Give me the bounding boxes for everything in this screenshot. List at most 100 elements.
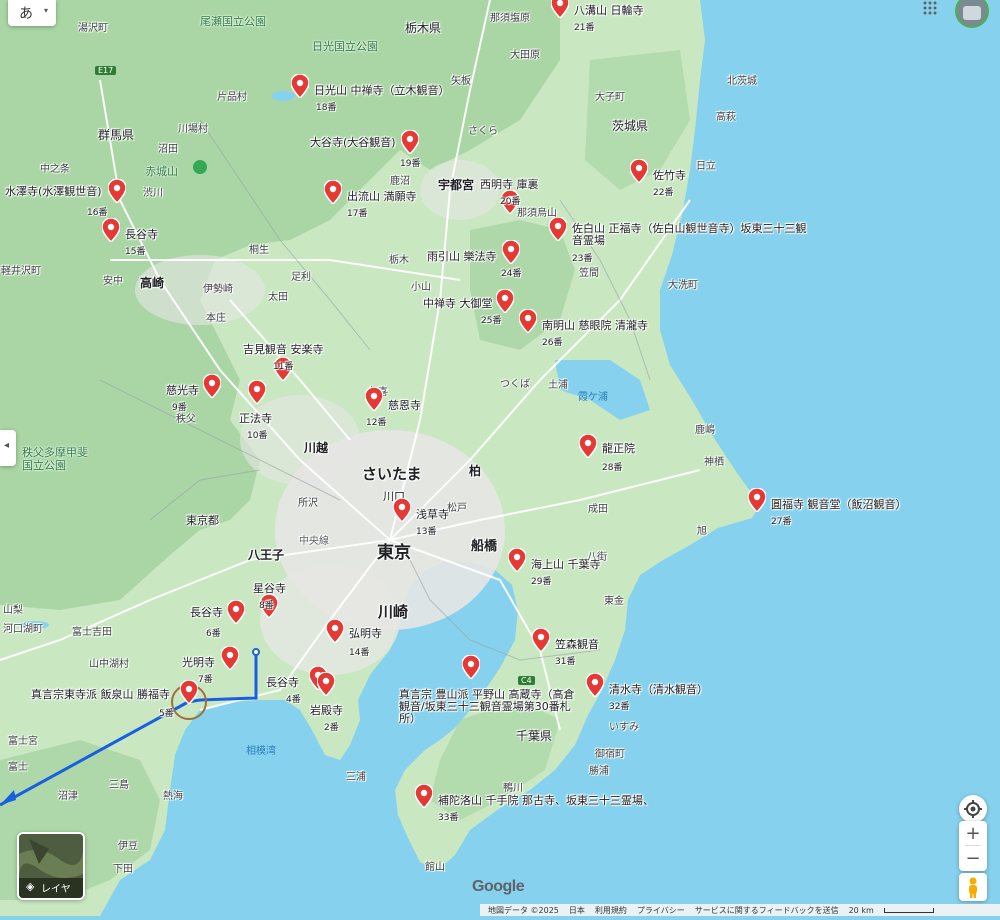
zoom-out-icon[interactable]: −: [959, 846, 987, 870]
map-canvas[interactable]: 尾瀬国立公園 日光国立公園 秩父多摩甲斐 国立公園 赤城山 栃木県 茨城県 群馬…: [0, 0, 1000, 916]
place-label: いすみ: [609, 722, 639, 733]
temple-marker[interactable]: [401, 130, 423, 158]
map-pin-icon: [227, 600, 245, 624]
temple-number: 5番: [159, 709, 174, 719]
temple-title[interactable]: 佐竹寺: [653, 167, 686, 183]
temple-title[interactable]: 笠森観音: [555, 636, 599, 652]
temple-title[interactable]: 龍正院: [602, 440, 635, 456]
temple-title[interactable]: 中禅寺 大御堂: [423, 295, 493, 311]
pref-label: 茨城県: [612, 119, 649, 133]
temple-marker[interactable]: [551, 0, 573, 22]
map-pin-icon: [630, 159, 648, 183]
temple-marker[interactable]: [317, 672, 339, 700]
temple-marker[interactable]: [326, 619, 348, 647]
temple-title[interactable]: 清水寺（清水観音）: [609, 681, 708, 697]
temple-title[interactable]: 出流山 満願寺: [347, 188, 417, 204]
place-label: 栃木: [389, 255, 409, 266]
country-link[interactable]: 日本: [569, 905, 585, 916]
place-label: 軽井沢町: [1, 266, 41, 277]
place-label: 富士宮: [8, 736, 38, 747]
temple-title[interactable]: 光明寺: [182, 654, 215, 670]
temple-marker[interactable]: [549, 217, 571, 245]
temple-title[interactable]: 海上山 千葉寺: [531, 556, 601, 572]
place-label: 勝浦: [589, 766, 609, 777]
temple-marker[interactable]: [203, 374, 225, 402]
temple-title[interactable]: 岩殿寺: [310, 702, 343, 718]
temple-title[interactable]: 長谷寺: [125, 226, 158, 242]
temple-title[interactable]: 真言宗東寺派 飯泉山 勝福寺: [31, 686, 170, 702]
zoom-in-icon[interactable]: +: [959, 821, 987, 845]
temple-marker[interactable]: [227, 600, 249, 628]
temple-marker[interactable]: [248, 380, 270, 408]
place-label: 成田: [588, 504, 608, 515]
place-label: 日立: [696, 161, 716, 172]
temple-marker[interactable]: [532, 628, 554, 656]
temple-title[interactable]: 慈光寺: [166, 382, 199, 398]
map-pin-icon: [508, 548, 526, 572]
temple-title[interactable]: 日光山 中禅寺（立木観音）: [314, 82, 450, 98]
temple-marker[interactable]: [102, 218, 124, 246]
temple-marker[interactable]: [748, 488, 770, 516]
temple-title[interactable]: 圓福寺 観音堂（飯沼観音）: [771, 496, 907, 512]
privacy-link[interactable]: プライバシー: [637, 905, 685, 916]
temple-marker[interactable]: [630, 159, 652, 187]
akagi-icon: [193, 160, 207, 174]
map-data-credit: 地図データ ©2025: [488, 905, 559, 915]
city-label: 川崎: [378, 603, 409, 621]
feedback-link[interactable]: サービスに関するフィードバックを送信: [695, 905, 839, 916]
temple-marker[interactable]: [291, 74, 313, 102]
scale-bar: [883, 907, 934, 913]
temple-title[interactable]: 慈恩寺: [388, 397, 421, 413]
temple-title[interactable]: 雨引山 樂法寺: [427, 248, 497, 264]
scale-label[interactable]: 20 km: [849, 906, 874, 915]
map-pin-icon: [532, 628, 550, 652]
apps-grid-icon[interactable]: [922, 0, 938, 16]
pref-label: 栃木県: [405, 21, 442, 35]
collapse-panel-button[interactable]: ◂: [0, 430, 16, 466]
temple-marker[interactable]: [502, 240, 524, 268]
temple-marker[interactable]: [462, 655, 484, 683]
park-label: 日光国立公園: [312, 40, 378, 53]
temple-title[interactable]: 補陀洛山 千手院 那古寺、坂東三十三霊場、: [438, 792, 654, 808]
temple-marker[interactable]: [415, 784, 437, 812]
temple-marker[interactable]: [508, 548, 530, 576]
temple-title[interactable]: 正法寺: [239, 410, 272, 426]
temple-title[interactable]: 長谷寺: [190, 604, 223, 620]
temple-marker[interactable]: [108, 179, 130, 207]
temple-title[interactable]: 大谷寺(大谷観音): [310, 134, 396, 150]
temple-title[interactable]: 佐白山 正福寺（佐白山観世音寺）坂東三十三観音霊場: [572, 223, 812, 247]
temple-title[interactable]: 浅草寺: [416, 506, 449, 522]
temple-title[interactable]: 八溝山 日輪寺: [574, 2, 644, 18]
place-label: 沼田: [158, 144, 178, 155]
layers-button[interactable]: ◈ レイヤ: [17, 832, 85, 900]
temple-marker[interactable]: [586, 673, 608, 701]
temple-title[interactable]: 水澤寺(水澤観世音): [5, 183, 102, 199]
ime-toggle[interactable]: あ ▾: [8, 0, 56, 26]
temple-marker[interactable]: [579, 434, 601, 462]
layers-label: レイヤ: [41, 884, 71, 895]
temple-title[interactable]: 星谷寺: [253, 580, 286, 596]
place-label: 熱海: [163, 791, 183, 802]
temple-marker[interactable]: [393, 498, 415, 526]
map-pin-icon: [551, 0, 569, 18]
place-label: 笠間: [579, 268, 599, 279]
temple-title[interactable]: 西明寺 庫裏: [480, 176, 539, 192]
place-label: 川場村: [178, 124, 208, 135]
pegman-icon[interactable]: [959, 873, 987, 901]
temple-title[interactable]: 吉見観音 安楽寺: [243, 341, 324, 357]
temple-title[interactable]: 弘明寺: [349, 625, 382, 641]
temple-number: 23番: [572, 254, 593, 264]
temple-marker[interactable]: [221, 646, 243, 674]
temple-marker[interactable]: [519, 309, 541, 337]
temple-title[interactable]: 長谷寺: [266, 674, 299, 690]
terms-link[interactable]: 利用規約: [595, 905, 627, 916]
temple-title[interactable]: 真言宗 豊山派 平野山 高蔵寺（高倉観音/坂東三十三観音霊場第30番札所）: [399, 689, 581, 725]
temple-marker[interactable]: [180, 680, 202, 708]
temple-number: 2番: [324, 723, 339, 733]
chevron-left-icon: ◂: [4, 440, 10, 451]
temple-marker[interactable]: [324, 180, 346, 208]
temple-marker[interactable]: [365, 387, 387, 415]
locate-button[interactable]: [959, 795, 987, 823]
map-pin-icon: [291, 74, 309, 98]
temple-title[interactable]: 南明山 慈眼院 清瀧寺: [542, 317, 648, 333]
